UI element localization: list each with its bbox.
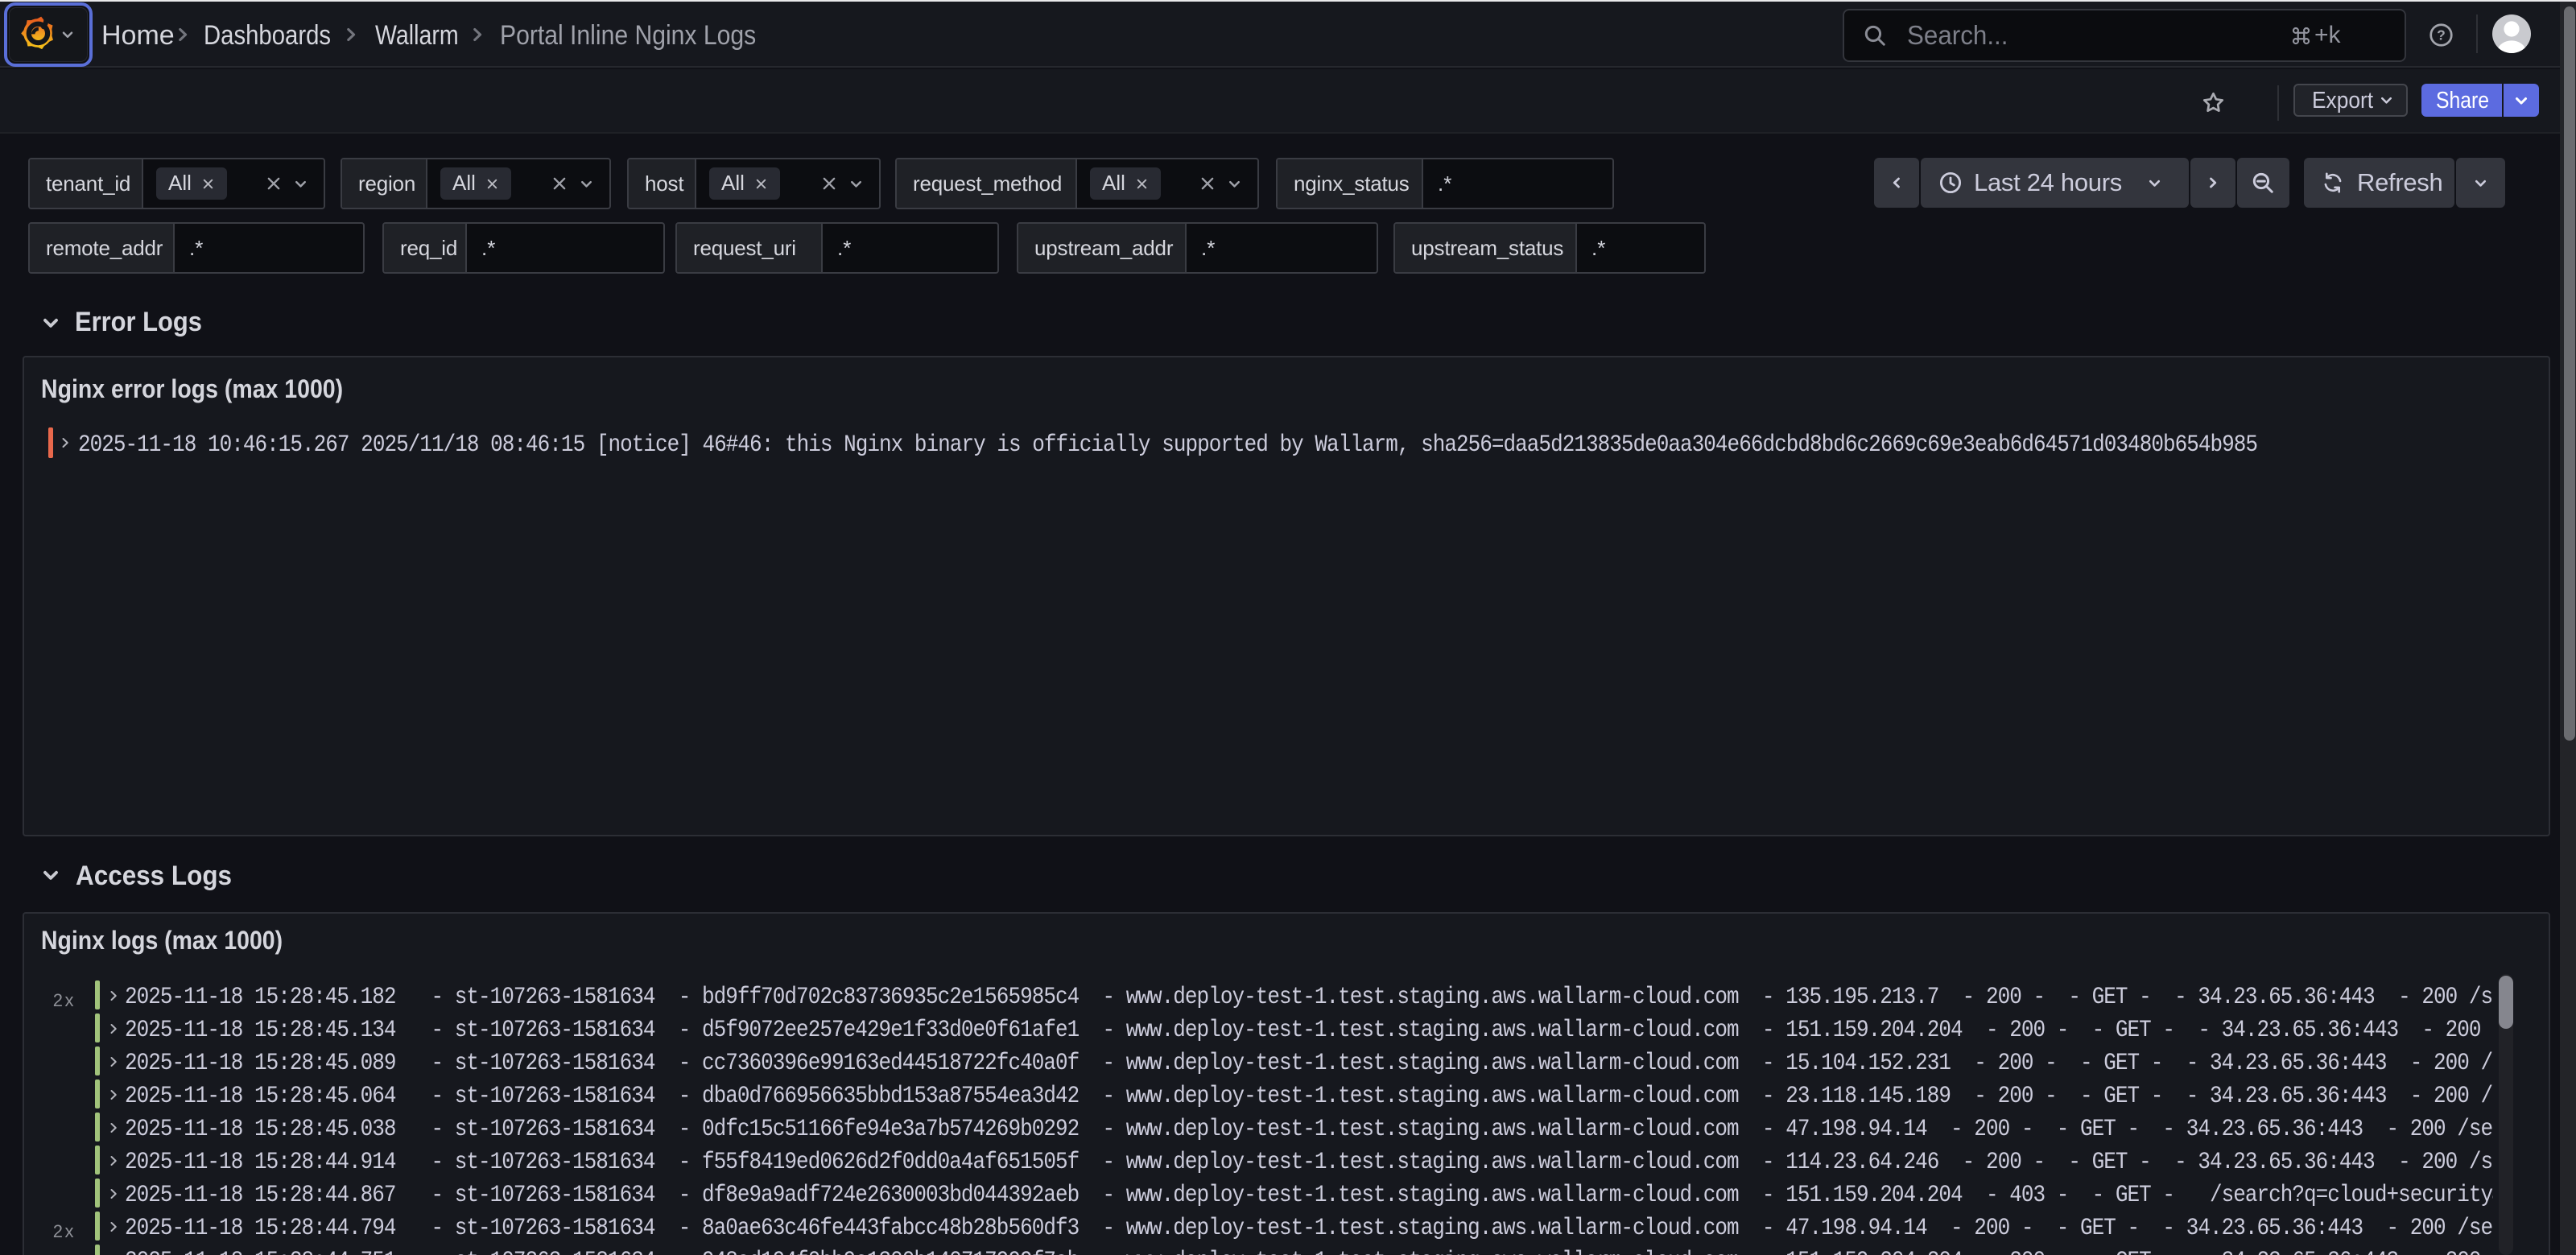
svg-text:?: ? [2437, 27, 2446, 43]
